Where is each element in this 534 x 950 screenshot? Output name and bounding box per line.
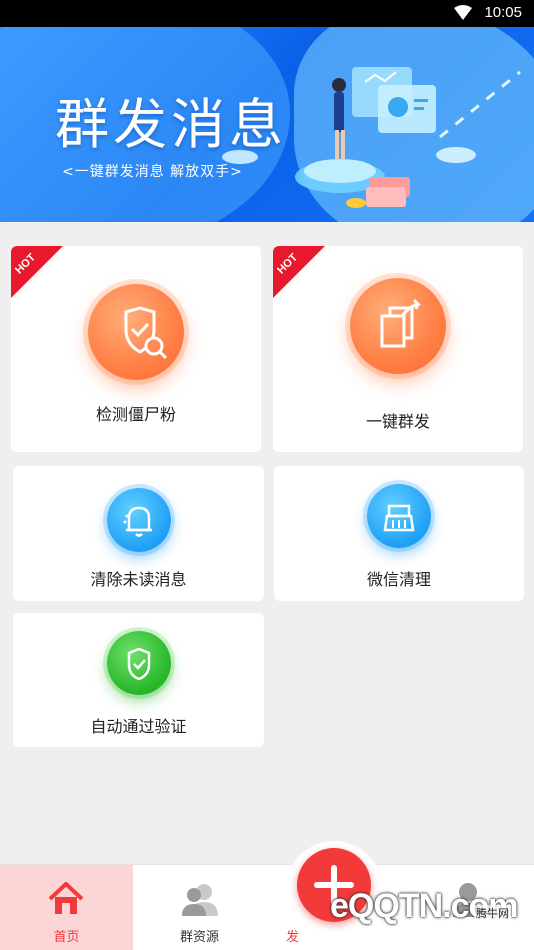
watermark-brand: 腾牛网	[474, 905, 511, 921]
banner-illustration	[222, 67, 521, 208]
wifi-icon	[454, 5, 472, 20]
tab-label: 发	[285, 930, 299, 945]
broom-icon	[367, 484, 431, 548]
card-label: 自动通过验证	[90, 717, 187, 736]
tab-label: 首页	[53, 930, 80, 945]
card-label: 检测僵尸粉	[95, 405, 176, 424]
home-icon	[48, 882, 84, 914]
send-share-icon	[350, 278, 446, 374]
bell-clean-icon	[107, 488, 171, 552]
card-one-click-mass-send[interactable]: HOT 一键群发	[273, 246, 523, 452]
card-label: 一键群发	[365, 412, 430, 431]
card-label: 微信清理	[366, 570, 431, 589]
status-time: 10:05	[484, 4, 522, 21]
card-auto-verify[interactable]: 自动通过验证	[13, 613, 264, 747]
card-clear-unread[interactable]: 清除未读消息	[13, 466, 264, 601]
shield-check-icon	[107, 631, 171, 695]
group-users-icon	[182, 884, 218, 916]
shield-search-icon	[88, 284, 184, 380]
promo-banner[interactable]: 群发消息 <一键群发消息 解放双手>	[0, 27, 534, 222]
card-label: 清除未读消息	[90, 570, 187, 589]
card-wechat-cleanup[interactable]: 微信清理	[274, 466, 524, 601]
tab-home[interactable]: 首页	[0, 865, 133, 950]
status-bar: 10:05	[0, 0, 534, 27]
card-detect-zombie-fans[interactable]: HOT 检测僵尸粉	[11, 246, 261, 452]
